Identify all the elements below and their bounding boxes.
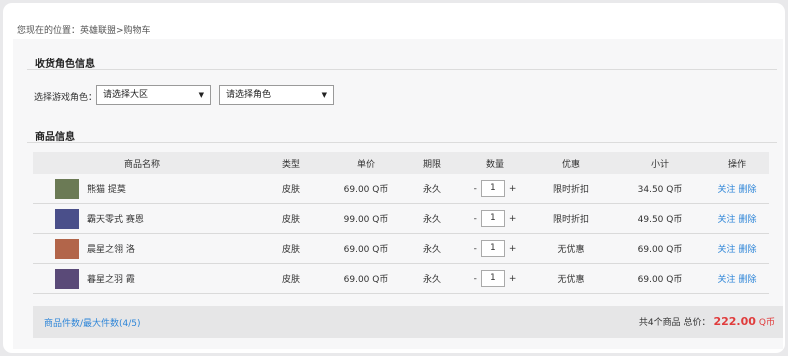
table-row: 霸天零式 赛恩 皮肤 99.00 Q币 永久 -1 + 限时折扣 49.50 Q币 关注 删除 [33,204,769,234]
header-name: 商品名称 [123,159,160,170]
header-discount: 优惠 [561,159,580,170]
quantity-stepper: -1 + [463,210,527,227]
follow-link[interactable]: 关注 [718,185,736,195]
product-type: 皮肤 [281,215,300,225]
product-table: 商品名称 类型 单价 期限 数量 优惠 小计 操作 熊猫 提莫 皮肤 69.00 Q… [33,152,769,294]
breadcrumb: 您现在的位置：英雄联盟>购物车 [17,26,151,36]
total-amount: 222.00 [713,315,756,328]
product-name: 熊猫 提莫 [87,185,126,195]
increment-button[interactable]: + [509,214,517,224]
caret-down-icon: ▼ [198,91,204,99]
product-term: 永久 [422,185,441,195]
product-discount: 限时折扣 [552,185,589,195]
product-thumbnail [55,238,79,259]
product-type: 皮肤 [281,245,300,255]
follow-link[interactable]: 关注 [718,275,736,285]
product-discount: 无优惠 [557,275,585,285]
row-actions: 关注 删除 [705,212,769,225]
product-subtotal: 69.00 Q币 [637,275,683,285]
table-row: 熊猫 提莫 皮肤 69.00 Q币 永久 -1 + 限时折扣 34.50 Q币 关注 删除 [33,174,769,204]
product-subtotal: 34.50 Q币 [637,185,683,195]
region-select[interactable]: 请选择大区 ▼ [96,85,211,105]
header-quantity: 数量 [485,159,504,170]
product-name-cell: 暮星之羽 霞 [33,268,251,289]
table-row: 晨星之翎 洛 皮肤 69.00 Q币 永久 -1 + 无优惠 69.00 Q币 关注 删除 [33,234,769,264]
product-subtotal: 49.50 Q币 [637,215,683,225]
quantity-input[interactable]: 1 [480,270,505,287]
header-term: 期限 [422,159,441,170]
product-type: 皮肤 [281,275,300,285]
recipient-divider [27,69,777,70]
product-type: 皮肤 [281,185,300,195]
caret-down-icon: ▼ [321,91,327,99]
follow-link[interactable]: 关注 [718,245,736,255]
delete-link[interactable]: 删除 [738,185,756,195]
decrement-button[interactable]: - [474,184,477,194]
table-header: 商品名称 类型 单价 期限 数量 优惠 小计 操作 [33,152,769,174]
product-thumbnail [55,178,79,199]
increment-button[interactable]: + [509,184,517,194]
delete-link[interactable]: 删除 [738,275,756,285]
product-thumbnail [55,268,79,289]
product-name: 晨星之翎 洛 [87,245,135,255]
row-actions: 关注 删除 [705,182,769,195]
product-price: 99.00 Q币 [343,215,389,225]
increment-button[interactable]: + [509,274,517,284]
product-name-cell: 熊猫 提莫 [33,178,251,199]
quantity-stepper: -1 + [463,270,527,287]
product-name: 霸天零式 赛恩 [87,215,144,225]
cart-panel: 收货角色信息 选择游戏角色： 请选择大区 ▼ 请选择角色 ▼ 商品信息 商品名称… [13,39,783,349]
quantity-input[interactable]: 1 [480,210,505,227]
cart-footer: 商品件数/最大件数(4/5) 共4个商品 总价： 222.00 Q币 [33,306,783,338]
product-term: 永久 [422,215,441,225]
quantity-input[interactable]: 1 [480,180,505,197]
total-unit: Q币 [758,318,775,328]
quantity-stepper: -1 + [463,240,527,257]
region-select-value: 请选择大区 [103,90,149,100]
product-name: 暮星之羽 霞 [87,275,135,285]
item-count-text: 商品件数/最大件数(4/5) [44,319,141,329]
delete-link[interactable]: 删除 [738,215,756,225]
product-term: 永久 [422,275,441,285]
quantity-input[interactable]: 1 [480,240,505,257]
decrement-button[interactable]: - [474,244,477,254]
product-name-cell: 晨星之翎 洛 [33,238,251,259]
product-discount: 无优惠 [557,245,585,255]
header-subtotal: 小计 [650,159,669,170]
page-frame: 您现在的位置：英雄联盟>购物车 收货角色信息 选择游戏角色： 请选择大区 ▼ 请… [3,3,785,353]
product-term: 永久 [422,245,441,255]
role-label: 选择游戏角色： [34,93,98,103]
product-thumbnail [55,208,79,229]
delete-link[interactable]: 删除 [738,245,756,255]
table-row: 暮星之羽 霞 皮肤 69.00 Q币 永久 -1 + 无优惠 69.00 Q币 关注 删除 [33,264,769,294]
header-actions: 操作 [727,159,746,170]
product-discount: 限时折扣 [552,215,589,225]
header-type: 类型 [281,159,300,170]
row-actions: 关注 删除 [705,242,769,255]
total-label: 共4个商品 总价： [638,318,711,328]
product-price: 69.00 Q币 [343,245,389,255]
total-summary: 共4个商品 总价： 222.00 Q币 [639,315,775,328]
row-actions: 关注 删除 [705,272,769,285]
header-price: 单价 [356,159,375,170]
decrement-button[interactable]: - [474,214,477,224]
increment-button[interactable]: + [509,244,517,254]
product-name-cell: 霸天零式 赛恩 [33,208,251,229]
product-subtotal: 69.00 Q币 [637,245,683,255]
follow-link[interactable]: 关注 [718,215,736,225]
product-price: 69.00 Q币 [343,275,389,285]
product-price: 69.00 Q币 [343,185,389,195]
role-select[interactable]: 请选择角色 ▼ [219,85,334,105]
role-select-value: 请选择角色 [226,90,272,100]
decrement-button[interactable]: - [474,274,477,284]
product-section-title: 商品信息 [35,132,75,143]
quantity-stepper: -1 + [463,180,527,197]
product-divider [27,142,777,143]
recipient-section-title: 收货角色信息 [35,59,95,70]
